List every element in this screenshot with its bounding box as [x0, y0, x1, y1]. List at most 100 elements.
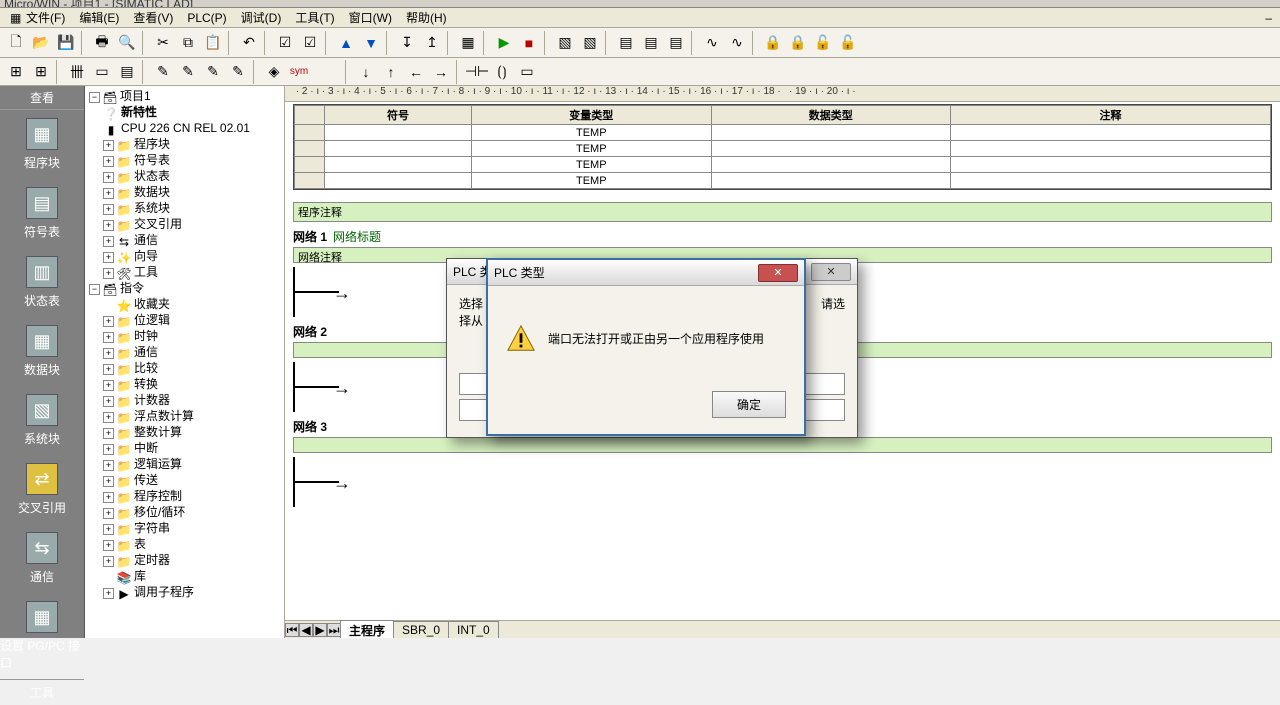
open-icon[interactable]: 📂: [29, 31, 53, 55]
tab-nav-next-icon[interactable]: ▶: [313, 623, 327, 637]
wire-right-icon[interactable]: →: [429, 60, 453, 84]
menu-edit[interactable]: 编辑(E): [73, 7, 125, 28]
vartable-cell[interactable]: [325, 173, 472, 189]
chart2-icon[interactable]: ▤: [639, 31, 663, 55]
monitor1-icon[interactable]: ▧: [553, 31, 577, 55]
chart3-icon[interactable]: ▤: [664, 31, 688, 55]
expand-icon[interactable]: +: [103, 412, 114, 423]
tree-node[interactable]: 系统块: [134, 201, 170, 215]
tree-node[interactable]: 工具: [134, 265, 158, 279]
lock1-icon[interactable]: 🔒: [761, 31, 785, 55]
sidenav-system-block[interactable]: ▧系统块: [0, 386, 84, 455]
vartable-cell[interactable]: [711, 173, 950, 189]
expand-icon[interactable]: +: [103, 556, 114, 567]
expand-icon[interactable]: +: [103, 156, 114, 167]
sidenav-data-block[interactable]: ▦数据块: [0, 317, 84, 386]
menu-tools[interactable]: 工具(T): [289, 7, 340, 28]
box-icon[interactable]: ▭: [515, 60, 539, 84]
expand-icon[interactable]: +: [103, 348, 114, 359]
expand-icon[interactable]: +: [103, 540, 114, 551]
tree-instr-item[interactable]: 表: [134, 537, 146, 551]
expand-icon[interactable]: −: [89, 92, 100, 103]
upload-icon[interactable]: ▲: [334, 31, 358, 55]
expand-icon[interactable]: +: [103, 380, 114, 391]
print-icon[interactable]: 🖶: [90, 31, 114, 55]
cut-icon[interactable]: ✂: [151, 31, 175, 55]
expand-icon[interactable]: +: [103, 492, 114, 503]
expand-icon[interactable]: −: [89, 284, 100, 295]
expand-icon[interactable]: +: [103, 236, 114, 247]
new-icon[interactable]: 🗋: [4, 31, 28, 55]
tree-instr-item[interactable]: 通信: [134, 345, 158, 359]
t2-icon[interactable]: ✎: [176, 60, 200, 84]
stop-icon[interactable]: ■: [517, 31, 541, 55]
paste-icon[interactable]: 📋: [201, 31, 225, 55]
network-comment[interactable]: [293, 437, 1272, 453]
tree-instr-item[interactable]: 计数器: [134, 393, 170, 407]
tree-node[interactable]: 数据块: [134, 185, 170, 199]
tree-instr-item[interactable]: 整数计算: [134, 425, 182, 439]
tree-node[interactable]: 状态表: [134, 169, 170, 183]
tree-node[interactable]: 通信: [134, 233, 158, 247]
tree-instr-item[interactable]: 位逻辑: [134, 313, 170, 327]
tree-instr-item[interactable]: 时钟: [134, 329, 158, 343]
vartable-cell[interactable]: [295, 141, 325, 157]
tree-instr-item[interactable]: 程序控制: [134, 489, 182, 503]
lock2-icon[interactable]: 🔒: [786, 31, 810, 55]
vartable-cell[interactable]: TEMP: [472, 157, 711, 173]
dialog-title-bar[interactable]: PLC 类型 ✕: [488, 260, 804, 286]
expand-icon[interactable]: +: [103, 396, 114, 407]
chart1-icon[interactable]: ▤: [614, 31, 638, 55]
monitor2-icon[interactable]: ▧: [578, 31, 602, 55]
wire-left-icon[interactable]: ←: [404, 60, 428, 84]
vartable-cell[interactable]: [951, 141, 1271, 157]
expand-icon[interactable]: +: [103, 332, 114, 343]
tree-instr-item[interactable]: 字符串: [134, 521, 170, 535]
wire-down-icon[interactable]: ↓: [354, 60, 378, 84]
close-icon[interactable]: ✕: [758, 264, 798, 282]
tree-cpu[interactable]: CPU 226 CN REL 02.01: [121, 121, 250, 135]
tree-instr-item[interactable]: 收藏夹: [134, 297, 170, 311]
tree-instr-item[interactable]: 比较: [134, 361, 158, 375]
sym-icon[interactable]: ⊞: [29, 60, 53, 84]
tree-instr-item[interactable]: 移位/循环: [134, 505, 185, 519]
tree-instr-item[interactable]: 浮点数计算: [134, 409, 194, 423]
tree-instr-root[interactable]: 指令: [120, 281, 144, 295]
expand-icon[interactable]: +: [103, 172, 114, 183]
network-icon[interactable]: ▦: [456, 31, 480, 55]
bookmark-icon[interactable]: ◈: [262, 60, 286, 84]
tree-node[interactable]: 符号表: [134, 153, 170, 167]
lad-icon[interactable]: 卌: [65, 60, 89, 84]
network-title[interactable]: 网络 1网络标题: [293, 228, 1272, 245]
contact-icon[interactable]: ⊣⊢: [465, 60, 489, 84]
close-icon[interactable]: ✕: [811, 263, 851, 281]
sidenav-tools[interactable]: 工具: [0, 679, 84, 705]
sort-desc-icon[interactable]: ↥: [420, 31, 444, 55]
expand-icon[interactable]: +: [103, 316, 114, 327]
tab-nav-prev-icon[interactable]: ◀: [299, 623, 313, 637]
expand-icon[interactable]: +: [103, 188, 114, 199]
expand-icon[interactable]: +: [103, 428, 114, 439]
menu-help[interactable]: 帮助(H): [400, 7, 453, 28]
tab-nav-last-icon[interactable]: ⏭: [327, 623, 341, 637]
tree-node[interactable]: 向导: [134, 249, 158, 263]
tree-newfeat[interactable]: 新特性: [121, 105, 157, 119]
expand-icon[interactable]: +: [103, 444, 114, 455]
vartable-cell[interactable]: [295, 125, 325, 141]
tree-instr-item[interactable]: 转换: [134, 377, 158, 391]
tab-sbr[interactable]: SBR_0: [393, 621, 449, 638]
expand-icon[interactable]: +: [103, 588, 114, 599]
menu-view[interactable]: 查看(V): [127, 7, 179, 28]
tree-instr-item[interactable]: 定时器: [134, 553, 170, 567]
trend-icon[interactable]: ∿: [725, 31, 749, 55]
vartable-cell[interactable]: [711, 157, 950, 173]
sidenav-cross-ref[interactable]: ⇄交叉引用: [0, 455, 84, 524]
sidenav-comm[interactable]: ⇆通信: [0, 524, 84, 593]
vartable-cell[interactable]: [711, 141, 950, 157]
compile-all-icon[interactable]: ☑: [298, 31, 322, 55]
tree-project[interactable]: 项目1: [120, 89, 151, 103]
sidenav-status-table[interactable]: ▥状态表: [0, 248, 84, 317]
ok-button[interactable]: 确定: [712, 391, 786, 418]
menu-file[interactable]: 文件(F): [20, 7, 71, 28]
status-icon[interactable]: ∿: [700, 31, 724, 55]
